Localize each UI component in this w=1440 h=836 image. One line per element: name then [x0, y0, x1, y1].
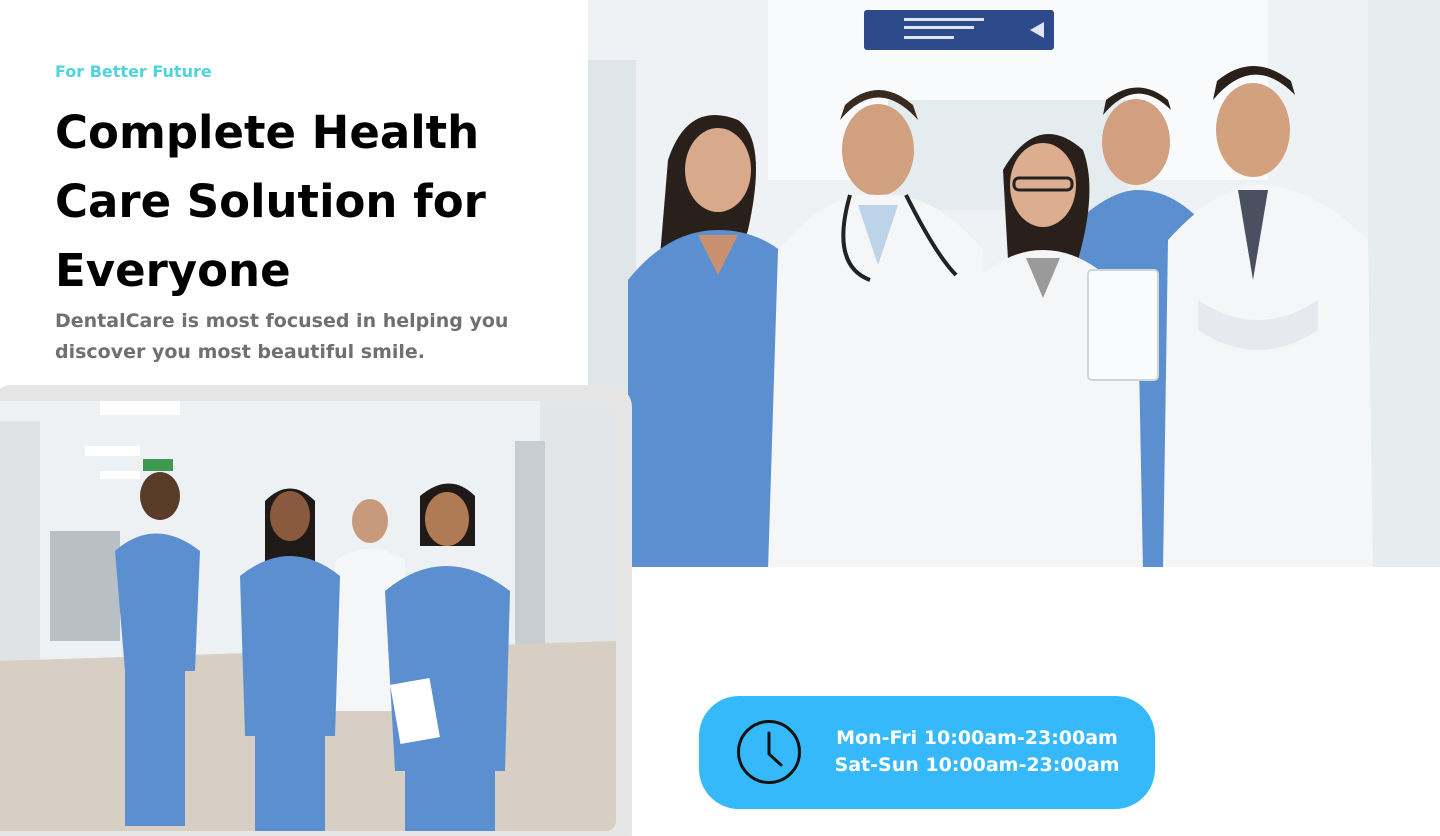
walking-staff-illustration: [0, 401, 616, 831]
hero-description: DentalCare is most focused in helping yo…: [55, 310, 509, 363]
corridor-sign: [864, 10, 1054, 50]
walking-medical-staff-photo: [0, 401, 616, 831]
team-photo-illustration: [588, 0, 1440, 567]
opening-hours-text: Mon-Fri 10:00am-23:00am Sat-Sun 10:00am-…: [827, 725, 1127, 779]
hero-title: Complete Health Care Solution for Everyo…: [55, 106, 486, 297]
opening-hours-card: Mon-Fri 10:00am-23:00am Sat-Sun 10:00am-…: [699, 696, 1155, 809]
arrow-left-icon: [1030, 22, 1044, 38]
hero-section: For Better Future Complete Health Care S…: [0, 0, 1440, 836]
clock-icon: [737, 720, 801, 784]
weekday-hours: Mon-Fri 10:00am-23:00am: [836, 727, 1118, 749]
hero-eyebrow: For Better Future: [55, 62, 212, 81]
medical-team-photo: [588, 0, 1440, 567]
weekend-hours: Sat-Sun 10:00am-23:00am: [834, 754, 1120, 776]
